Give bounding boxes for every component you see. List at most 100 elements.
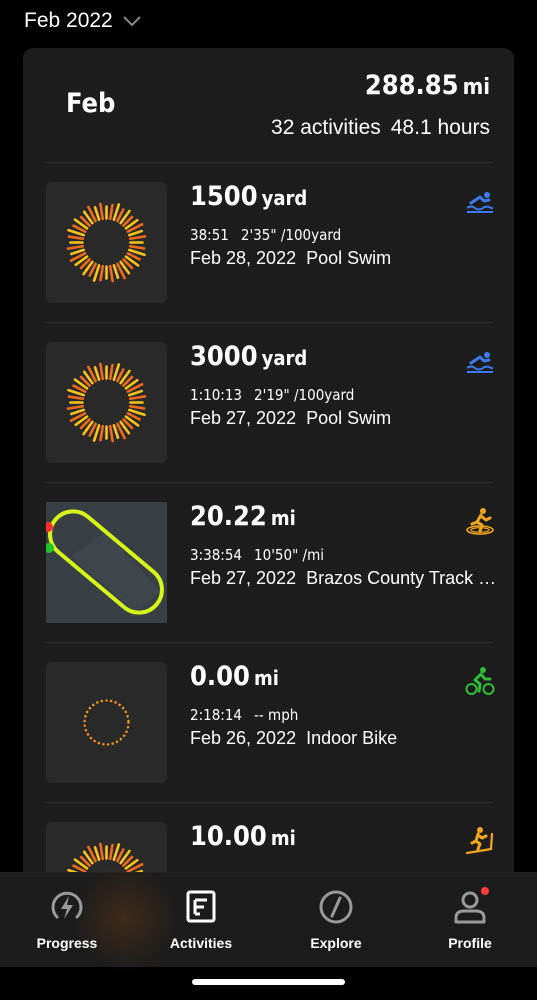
ring-ray — [67, 395, 85, 401]
bike-icon — [465, 667, 495, 695]
summary-distance: 288.85 mi — [365, 70, 490, 101]
activity-name: Pool Swim — [306, 248, 392, 268]
ring-ray — [99, 202, 105, 221]
activity-metrics: 38:51 2'35" /100yard — [190, 226, 341, 244]
ring-ray — [128, 229, 143, 237]
activity-pace: 10'50" /mi — [254, 546, 325, 564]
nav-progress[interactable]: Progress — [17, 887, 117, 959]
swim-icon — [466, 352, 493, 373]
activity-date: Feb 26, 2022 — [190, 728, 297, 748]
activity-duration: 3:38:54 — [190, 546, 243, 564]
summary-activities-count: 32 activities — [271, 116, 381, 139]
ring-ray — [128, 244, 146, 250]
profile-icon — [454, 887, 489, 924]
activity-distance-unit: mi — [253, 666, 279, 690]
compass-icon — [319, 890, 353, 924]
activity-item-2[interactable]: 3000 yard 1:10:13 2'19" /100yard Feb 27, 2… — [23, 322, 514, 482]
ring-ray — [108, 843, 114, 861]
ring-ray — [70, 408, 85, 416]
track-route-map — [46, 502, 167, 623]
activity-distance: 10.00 mi — [190, 821, 296, 852]
month-selector-label: Feb 2022 — [24, 9, 113, 32]
activity-distance-value: 0.00 — [190, 661, 250, 692]
activity-date-line: Feb 28, 2022 Pool Swim — [190, 248, 508, 269]
activity-thumbnail — [46, 182, 167, 303]
activity-distance: 1500 yard — [190, 181, 307, 212]
activity-distance-unit: yard — [261, 186, 308, 210]
activity-pace: -- mph — [254, 706, 299, 724]
ring-ray — [128, 404, 146, 410]
ring-ray — [108, 264, 114, 283]
swim-icon — [466, 192, 493, 213]
ring-ray — [93, 846, 101, 861]
nav-activities-label: Activities — [169, 935, 233, 951]
ring-ray — [108, 363, 114, 381]
nav-profile-label: Profile — [448, 935, 492, 951]
activity-date: Feb 28, 2022 — [190, 248, 297, 268]
ring-ray — [112, 424, 120, 439]
activity-duration: 38:51 — [190, 226, 229, 244]
ring-ray — [108, 424, 114, 443]
activity-distance-unit: mi — [270, 826, 296, 850]
dotted-ring-graphic — [83, 699, 130, 746]
activity-distance: 20.22 mi — [190, 501, 296, 532]
ring-ray — [99, 424, 105, 442]
ring-ray — [99, 264, 105, 282]
nav-activities[interactable]: Activities — [151, 887, 251, 959]
ring-ray — [66, 404, 85, 410]
activity-pace: 2'35" /100yard — [240, 226, 342, 244]
lightning-icon — [51, 891, 83, 919]
summary-distance-unit: mi — [462, 75, 490, 100]
activity-distance-value: 20.22 — [190, 501, 267, 532]
activity-date: Feb 27, 2022 — [190, 568, 297, 588]
ring-ray — [99, 362, 105, 381]
activity-date-line: Feb 27, 2022 Pool Swim — [190, 408, 508, 429]
nav-explore-label: Explore — [310, 935, 362, 951]
activity-distance-unit: yard — [261, 346, 308, 370]
activity-item-3[interactable]: 20.22 mi 3:38:54 10'50" /mi Feb 27, 2022 Br… — [23, 482, 514, 642]
treadmill-icon — [465, 827, 494, 855]
swim-ring-graphic — [66, 362, 147, 443]
ring-ray — [67, 235, 85, 241]
activity-distance-value: 3000 — [190, 341, 258, 372]
activity-duration: 1:10:13 — [190, 386, 243, 404]
nav-explore[interactable]: Explore — [286, 887, 386, 959]
nav-progress-label: Progress — [36, 935, 98, 951]
activity-name: Brazos County Track Running — [306, 568, 508, 588]
nav-profile[interactable]: Profile — [420, 887, 520, 959]
ring-ray — [112, 264, 120, 279]
activity-duration: 2:18:14 — [190, 706, 243, 724]
ring-ray — [99, 842, 105, 861]
activity-metrics: 2:18:14 -- mph — [190, 706, 298, 724]
activity-distance-value: 1500 — [190, 181, 258, 212]
month-summary: Feb 288.85 mi 32 activities 48.1 hours — [23, 48, 514, 162]
activity-item-4[interactable]: 0.00 mi 2:18:14 -- mph Feb 26, 2022 Indoor … — [23, 642, 514, 802]
activities-list-icon — [186, 890, 216, 923]
activity-metrics: 3:38:54 10'50" /mi — [190, 546, 324, 564]
activity-date-line: Feb 26, 2022 Indoor Bike — [190, 728, 508, 749]
activity-distance-unit: mi — [270, 506, 296, 530]
ring-ray — [66, 244, 85, 250]
notification-dot — [481, 887, 489, 895]
activities-panel: Feb 288.85 mi 32 activities 48.1 hours 150… — [23, 48, 514, 948]
activity-date-line: Feb 27, 2022 Brazos County Track Running — [190, 568, 508, 589]
month-selector[interactable]: Feb 2022 — [24, 6, 141, 36]
ring-ray — [128, 389, 143, 397]
track-run-icon — [466, 508, 494, 535]
activity-distance: 3000 yard — [190, 341, 307, 372]
home-indicator[interactable] — [192, 979, 345, 985]
activity-thumbnail — [46, 662, 167, 783]
activity-map-thumbnail — [46, 502, 167, 623]
summary-hours: 48.1 hours — [390, 116, 490, 139]
ring-ray — [128, 395, 147, 401]
activity-item-1[interactable]: 1500 yard 38:51 2'35" /100yard Feb 28, 202… — [23, 162, 514, 322]
summary-distance-value: 288.85 — [364, 70, 459, 101]
swim-ring-graphic — [66, 202, 147, 283]
activity-date: Feb 27, 2022 — [190, 408, 297, 428]
activity-distance-value: 10.00 — [190, 821, 267, 852]
ring-ray — [93, 366, 101, 381]
bottom-navigation: Progress Activities Explore Profile — [0, 863, 537, 973]
ring-ray — [70, 248, 85, 256]
activity-metrics: 1:10:13 2'19" /100yard — [190, 386, 354, 404]
activity-distance: 0.00 mi — [190, 661, 279, 692]
